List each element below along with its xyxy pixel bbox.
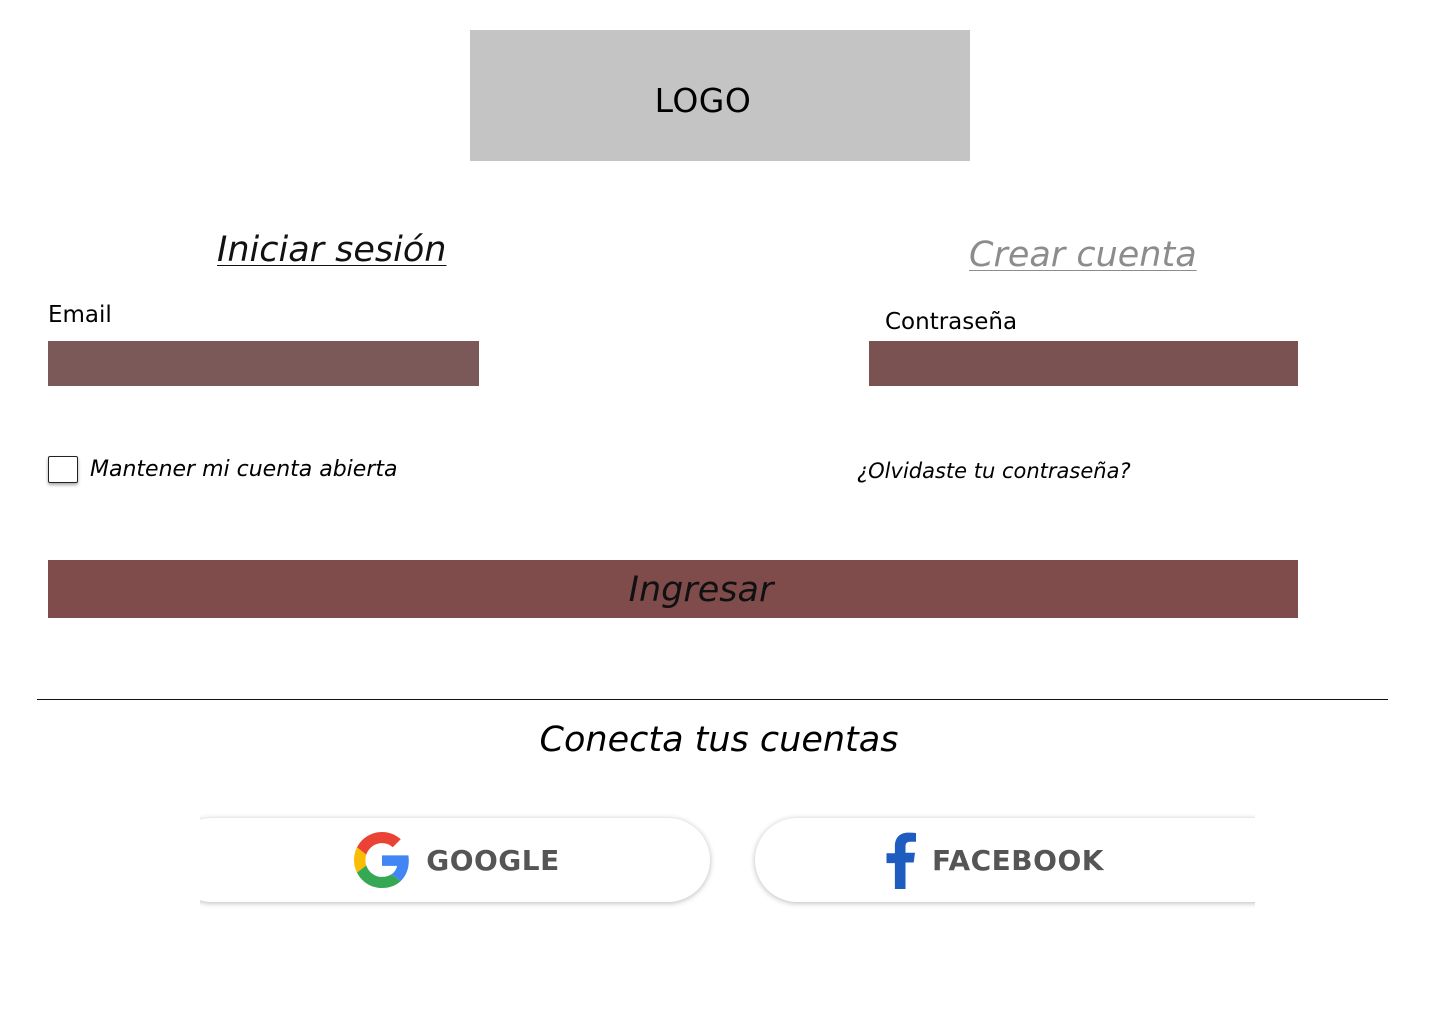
facebook-button-label: FACEBOOK — [932, 843, 1104, 877]
remember-checkbox[interactable] — [48, 456, 78, 483]
facebook-button-area: FACEBOOK — [745, 810, 1255, 910]
google-button-area: GOOGLE — [200, 810, 720, 910]
tab-login[interactable]: Iniciar sesión — [217, 230, 446, 270]
social-section-title-text: Conecta tus cuentas — [539, 720, 899, 760]
facebook-f-icon — [886, 831, 917, 889]
remember-label[interactable]: Mantener mi cuenta abierta — [90, 457, 397, 482]
password-input[interactable] — [869, 341, 1298, 386]
facebook-button[interactable]: FACEBOOK — [755, 818, 1255, 902]
forgot-password-link[interactable]: ¿Olvidaste tu contraseña? — [857, 459, 1131, 483]
google-button-label: GOOGLE — [426, 843, 560, 877]
submit-button-label: Ingresar — [628, 570, 774, 610]
email-label: Email — [48, 302, 112, 328]
divider — [37, 699, 1388, 700]
submit-button[interactable]: Ingresar — [48, 560, 1298, 618]
google-g-icon — [354, 832, 410, 888]
logo-placeholder: LOGO — [470, 30, 970, 161]
email-input[interactable] — [48, 341, 479, 386]
tab-signup[interactable]: Crear cuenta — [969, 235, 1197, 275]
password-label: Contraseña — [885, 309, 1018, 335]
logo-text: LOGO — [654, 81, 752, 120]
google-button[interactable]: GOOGLE — [200, 818, 710, 902]
social-section-title: Conecta tus cuentas — [0, 720, 1440, 760]
